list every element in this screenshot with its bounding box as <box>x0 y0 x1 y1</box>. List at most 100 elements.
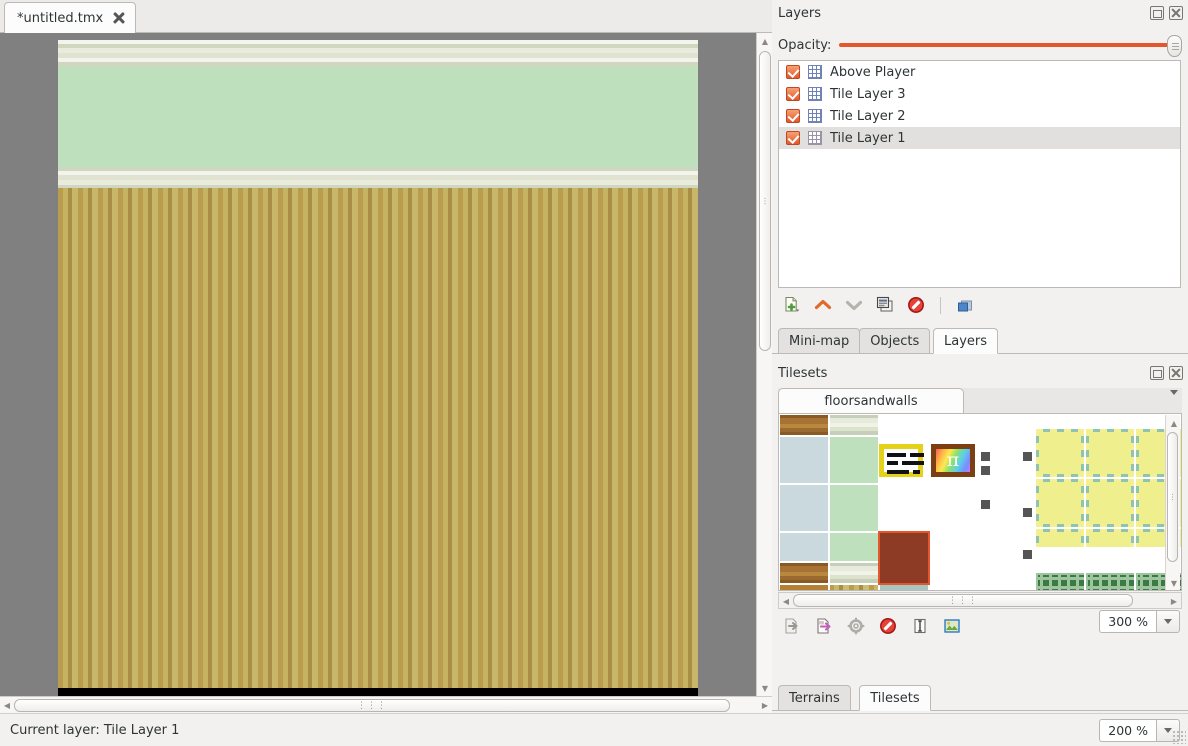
layer-row[interactable]: Tile Layer 3 <box>779 83 1180 105</box>
brown-square-tile[interactable] <box>779 584 829 590</box>
tab-tilesets[interactable]: Tilesets <box>859 685 931 711</box>
export-tileset-button[interactable] <box>814 616 834 636</box>
green-wall-tile[interactable] <box>829 532 879 562</box>
canvas-horizontal-scrollbar[interactable]: ◀ ⋮⋮⋮ ▶ <box>0 696 772 713</box>
tab-layers[interactable]: Layers <box>933 328 999 354</box>
close-icon[interactable] <box>112 12 125 25</box>
canvas-hscroll-thumb[interactable]: ⋮⋮⋮ <box>14 699 730 712</box>
tile-grid-icon <box>808 65 822 79</box>
scroll-right-icon[interactable]: ▶ <box>758 699 772 712</box>
tilesets-panel-title: Tilesets <box>778 365 828 381</box>
layer-list[interactable]: Above Player Tile Layer 3 Tile Layer 2 Tile… <box>778 60 1181 288</box>
float-icon[interactable] <box>1150 6 1164 20</box>
remove-layer-button[interactable] <box>906 295 926 315</box>
layer-properties-button[interactable] <box>955 295 975 315</box>
close-icon[interactable] <box>1169 6 1183 20</box>
duplicate-layer-button[interactable] <box>875 295 895 315</box>
float-icon[interactable] <box>1150 366 1164 380</box>
tileset-tile-view[interactable]: π ▲ ⋮ ▼ <box>778 413 1182 591</box>
map-canvas[interactable] <box>0 33 756 696</box>
pale-stripe-tile[interactable] <box>829 562 879 584</box>
canvas-zoom-value[interactable]: 200 % <box>1099 719 1156 742</box>
layer-name-label: Above Player <box>830 64 916 80</box>
canvas-vertical-scrollbar[interactable]: ▲ ⋮ ▼ <box>756 33 772 696</box>
maze-pattern-tile[interactable] <box>1085 572 1135 590</box>
wood-trim-tile[interactable] <box>779 414 829 436</box>
sign-text-line <box>902 461 924 465</box>
tile-marker-dot[interactable] <box>981 452 990 461</box>
tile-marker-dot[interactable] <box>1023 452 1032 461</box>
status-current-layer: Current layer: Tile Layer 1 <box>10 722 180 738</box>
layer-row[interactable]: Tile Layer 2 <box>779 105 1180 127</box>
scroll-down-icon[interactable]: ▼ <box>1168 576 1180 590</box>
chevron-down-icon[interactable] <box>1170 390 1178 410</box>
teal-square-tile[interactable] <box>879 584 929 590</box>
brown-block-tile[interactable] <box>878 531 930 585</box>
tab-mini-map[interactable]: Mini-map <box>778 328 861 354</box>
canvas-zoom-control[interactable]: 200 % <box>1099 719 1180 742</box>
checkerboard-tile[interactable] <box>1085 528 1135 548</box>
tileset-hscroll-thumb[interactable]: ⋮⋮⋮ <box>793 594 1133 607</box>
window-resize-grip[interactable] <box>1172 730 1186 744</box>
tileset-properties-button[interactable] <box>846 616 866 636</box>
scroll-left-icon[interactable]: ◀ <box>779 595 793 608</box>
import-tileset-button[interactable] <box>782 616 802 636</box>
blue-wall-tile[interactable] <box>779 484 829 532</box>
tileset-zoom-value[interactable]: 300 % <box>1099 610 1156 633</box>
remove-tileset-button[interactable] <box>878 616 898 636</box>
lower-layer-button[interactable] <box>844 295 864 315</box>
tab-terrains[interactable]: Terrains <box>778 685 851 711</box>
tab-label: Layers <box>944 333 988 349</box>
new-layer-button[interactable] <box>782 295 802 315</box>
opacity-slider[interactable] <box>839 34 1182 57</box>
edit-terrain-button[interactable] <box>910 616 930 636</box>
checkerboard-tile[interactable] <box>1085 428 1135 478</box>
scroll-grip: ⋮⋮⋮ <box>948 595 978 606</box>
tileset-zoom-dropdown[interactable] <box>1156 610 1180 633</box>
tileset-vscroll-thumb[interactable]: ⋮ <box>1167 432 1178 562</box>
layer-visibility-checkbox[interactable] <box>786 87 800 101</box>
tile-marker-dot[interactable] <box>1023 508 1032 517</box>
tab-label: Tilesets <box>870 690 920 706</box>
tileset-vertical-scrollbar[interactable]: ▲ ⋮ ▼ <box>1165 415 1180 590</box>
tile-marker-dot[interactable] <box>1023 550 1032 559</box>
framed-sign-tile[interactable] <box>879 444 924 477</box>
green-wall-tile[interactable] <box>829 484 879 532</box>
checkerboard-tile[interactable] <box>1035 528 1085 548</box>
scroll-right-icon[interactable]: ▶ <box>1167 595 1181 608</box>
checkerboard-tile[interactable] <box>1035 428 1085 478</box>
tileset-zoom-control[interactable]: 300 % <box>1099 610 1180 633</box>
checkerboard-tile[interactable] <box>1085 478 1135 528</box>
document-tab-untitled[interactable]: *untitled.tmx <box>4 2 137 33</box>
framed-rainbow-tile[interactable]: π <box>931 444 975 477</box>
scroll-down-icon[interactable]: ▼ <box>759 681 771 695</box>
green-wall-tile[interactable] <box>829 436 879 484</box>
tileset-tab-label: floorsandwalls <box>824 393 918 409</box>
layer-visibility-checkbox[interactable] <box>786 65 800 79</box>
canvas-vscroll-thumb[interactable]: ⋮ <box>759 51 771 351</box>
maze-pattern-tile[interactable] <box>1035 572 1085 590</box>
layer-row[interactable]: Tile Layer 1 <box>779 127 1180 149</box>
pale-stripe-tile[interactable] <box>829 414 879 436</box>
tile-marker-dot[interactable] <box>981 466 990 475</box>
tileset-tab-floorsandwalls[interactable]: floorsandwalls <box>778 388 964 414</box>
layer-visibility-checkbox[interactable] <box>786 131 800 145</box>
tab-objects[interactable]: Objects <box>859 328 931 354</box>
floor-stripe-tile[interactable] <box>829 584 879 590</box>
layer-row[interactable]: Above Player <box>779 61 1180 83</box>
tileset-horizontal-scrollbar[interactable]: ◀ ⋮⋮⋮ ▶ <box>778 592 1182 609</box>
scroll-up-icon[interactable]: ▲ <box>1168 416 1180 430</box>
opacity-slider-handle[interactable] <box>1167 35 1182 57</box>
layer-visibility-checkbox[interactable] <box>786 109 800 123</box>
close-icon[interactable] <box>1169 366 1183 380</box>
map-canvas-viewport[interactable] <box>0 33 772 696</box>
checkerboard-tile[interactable] <box>1035 478 1085 528</box>
tile-marker-dot[interactable] <box>981 500 990 509</box>
scroll-up-icon[interactable]: ▲ <box>759 34 771 48</box>
scroll-left-icon[interactable]: ◀ <box>0 699 14 712</box>
wood-trim-tile[interactable] <box>779 562 829 584</box>
blue-wall-tile[interactable] <box>779 532 829 562</box>
raise-layer-button[interactable] <box>813 295 833 315</box>
tileset-image-button[interactable] <box>942 616 962 636</box>
blue-wall-tile[interactable] <box>779 436 829 484</box>
